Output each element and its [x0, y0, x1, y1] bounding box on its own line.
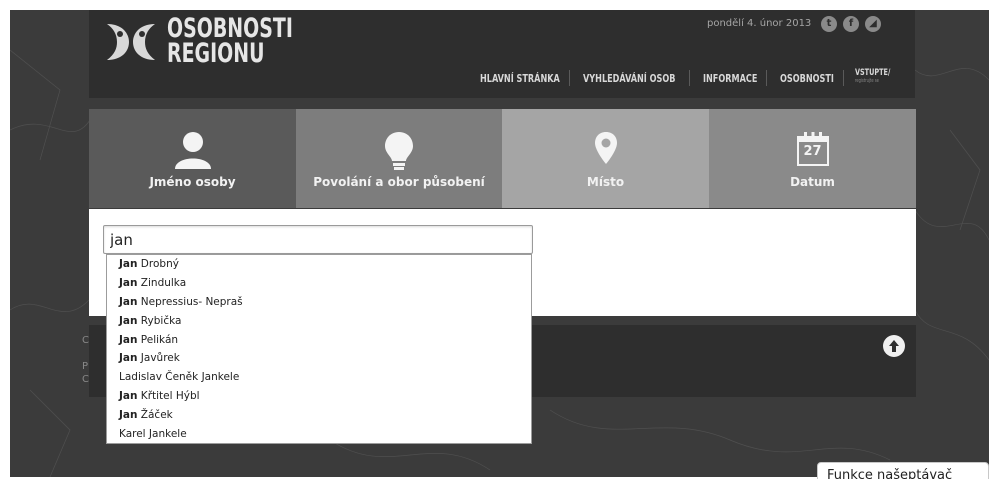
suggestion-match: Jan: [119, 352, 138, 365]
arrow-up-icon: [889, 340, 899, 352]
suggestion-text: Javůrek: [137, 352, 180, 365]
tab-date[interactable]: 27 Datum: [709, 109, 916, 208]
scroll-to-top-button[interactable]: [883, 335, 905, 357]
suggestion-item[interactable]: Ladislav Čeněk Jankele: [107, 368, 531, 387]
tab-person-name[interactable]: Jméno osoby: [89, 109, 296, 208]
tab-label: Jméno osoby: [149, 175, 236, 189]
tab-place[interactable]: Místo: [502, 109, 709, 208]
logo-line-2: REGIONU: [167, 38, 265, 69]
suggestion-item[interactable]: Jan Javůrek: [107, 349, 531, 368]
register-link[interactable]: VSTUPTE/ registrujte se: [855, 68, 890, 84]
nav-home[interactable]: HLAVNÍ STRÁNKA: [480, 72, 560, 85]
lightbulb-icon: [385, 132, 413, 170]
suggestion-text: Zindulka: [137, 276, 187, 289]
rss-icon[interactable]: ◢: [865, 16, 881, 32]
nav-separator: [569, 70, 570, 86]
tab-label: Datum: [790, 175, 835, 189]
nav-separator: [843, 70, 844, 86]
suggestion-match: Jan: [119, 333, 138, 346]
footer-text: C: [82, 335, 89, 346]
suggestion-match: Jan: [119, 276, 138, 289]
nav-separator: [689, 70, 690, 86]
nav-personalities[interactable]: OSOBNOSTI: [780, 72, 834, 85]
footer-text: P: [82, 361, 89, 372]
nav-search-people[interactable]: VYHLEDÁVÁNÍ OSOB: [583, 72, 675, 85]
suggestion-text: Drobný: [137, 258, 179, 270]
suggestion-item[interactable]: Jan Křtitel Hýbl: [107, 387, 531, 406]
tab-label: Povolání a obor působení: [313, 175, 485, 189]
suggestion-text: Karel Jankele: [119, 428, 187, 441]
nav-information[interactable]: INFORMACE: [703, 72, 757, 85]
register-label: VSTUPTE/: [855, 68, 891, 78]
current-date: pondělí 4. únor 2013: [707, 18, 812, 29]
suggestion-text: Křtitel Hýbl: [137, 390, 200, 403]
calendar-icon: 27: [796, 131, 830, 167]
autocomplete-dropdown: Jan Drobný Jan Zindulka Jan Nepressius- Ne…: [106, 254, 532, 444]
suggestion-item[interactable]: Jan Drobný: [107, 255, 531, 274]
register-sublabel: registrujte se: [855, 78, 879, 84]
suggestion-match: Jan: [119, 390, 138, 403]
location-pin-icon: [594, 132, 617, 164]
suggestion-text: Nepressius- Nepraš: [137, 295, 243, 308]
footer-text: C: [82, 374, 89, 385]
suggestion-text: Žáček: [137, 409, 173, 422]
twitter-icon[interactable]: t: [821, 16, 837, 32]
suggestion-match: Jan: [119, 258, 138, 270]
suggestion-item[interactable]: Jan Žáček: [107, 406, 531, 425]
suggestion-item[interactable]: Jan Zindulka: [107, 274, 531, 293]
tab-label: Místo: [586, 175, 625, 189]
person-icon: [174, 132, 211, 169]
suggestion-text: Ladislav Čeněk Jankele: [119, 371, 240, 384]
suggestion-item[interactable]: Jan Pelikán: [107, 331, 531, 350]
suggestion-item[interactable]: Karel Jankele: [107, 425, 531, 444]
suggestion-text: Pelikán: [137, 333, 179, 346]
site-logo-text[interactable]: OSOBNOSTI REGIONU: [167, 15, 293, 69]
feature-caption: Funkce našeptávač: [817, 462, 989, 479]
suggestion-match: Jan: [119, 409, 138, 422]
facebook-icon[interactable]: f: [843, 16, 859, 32]
suggestion-text: Rybička: [137, 314, 182, 327]
nav-separator: [766, 70, 767, 86]
tab-occupation[interactable]: Povolání a obor působení: [296, 109, 502, 208]
suggestion-match: Jan: [119, 314, 138, 327]
logo-icon: [107, 24, 155, 60]
suggestion-match: Jan: [119, 295, 138, 308]
suggestion-item[interactable]: Jan Nepressius- Nepraš: [107, 293, 531, 312]
search-input[interactable]: [103, 225, 533, 254]
calendar-day: 27: [803, 144, 822, 159]
suggestion-item[interactable]: Jan Rybička: [107, 312, 531, 331]
